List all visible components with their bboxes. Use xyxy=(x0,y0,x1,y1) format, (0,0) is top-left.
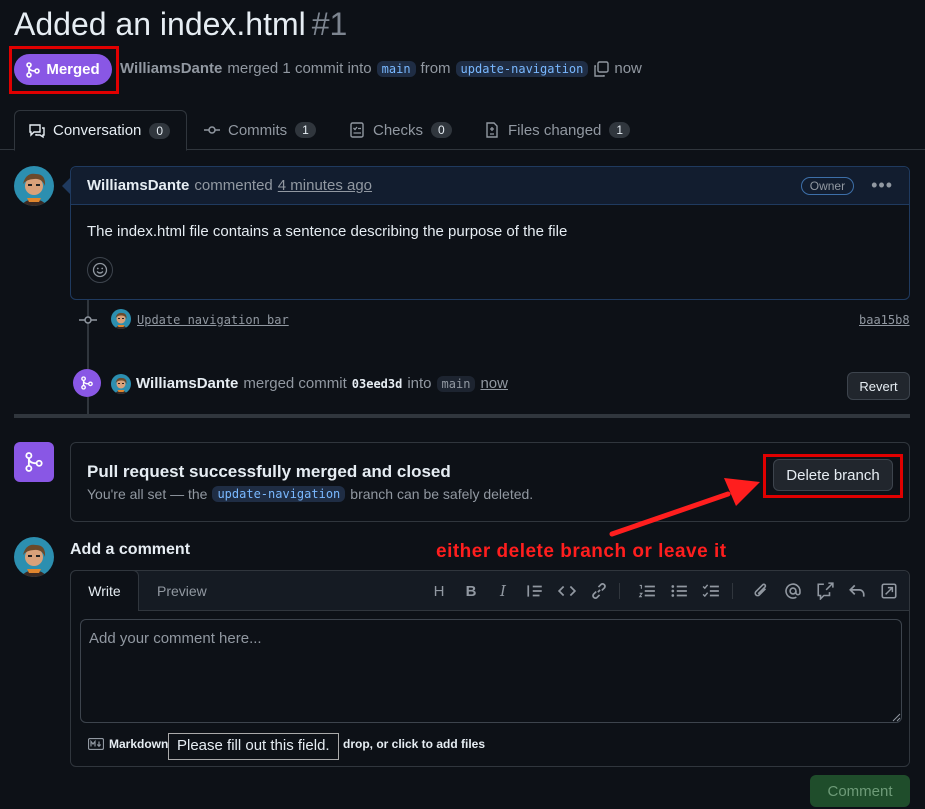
kebab-menu-icon[interactable]: ••• xyxy=(871,175,893,196)
bold-icon[interactable]: B xyxy=(462,582,480,600)
current-user-avatar[interactable] xyxy=(14,537,54,577)
task-list-icon[interactable] xyxy=(702,582,720,600)
tab-files-changed-count: 1 xyxy=(609,122,631,138)
comment-header: WilliamsDante commented 4 minutes ago Ow… xyxy=(71,167,909,205)
resize-handle-icon[interactable] xyxy=(891,712,901,722)
merge-author[interactable]: WilliamsDante xyxy=(136,375,238,392)
merge-panel-title: Pull request successfully merged and clo… xyxy=(87,462,451,481)
markdown-label[interactable]: Markdown xyxy=(109,737,168,751)
comment-author-avatar[interactable] xyxy=(14,166,54,206)
comment-submit-button[interactable]: Comment xyxy=(810,775,910,807)
comment-author[interactable]: WilliamsDante xyxy=(87,177,189,194)
heading-icon[interactable]: H xyxy=(430,582,448,600)
mention-icon[interactable] xyxy=(784,582,802,600)
merge-author-avatar[interactable] xyxy=(111,374,131,394)
checklist-icon xyxy=(350,122,364,138)
numbered-list-icon[interactable] xyxy=(638,582,656,600)
tab-preview[interactable]: Preview xyxy=(157,583,207,599)
paperclip-icon[interactable] xyxy=(752,582,770,600)
commit-author-avatar[interactable] xyxy=(111,309,131,329)
comment-box-arrow xyxy=(62,178,70,194)
tab-write[interactable]: Write xyxy=(70,570,139,611)
comment-discussion-icon xyxy=(29,123,45,138)
merge-panel-desc: You're all set — the update-navigation b… xyxy=(87,486,533,502)
annotation-text: either delete branch or leave it xyxy=(436,541,727,562)
git-merge-icon xyxy=(81,376,93,390)
tab-conversation-count: 0 xyxy=(149,122,171,139)
cross-reference-icon[interactable] xyxy=(816,582,834,600)
merge-event-text1: merged commit xyxy=(243,375,347,392)
pr-tabs: Conversation 0 Commits 1 Checks 0 Files … xyxy=(0,110,925,151)
add-comment-heading: Add a comment xyxy=(70,541,191,558)
merged-status-label: Merged xyxy=(46,61,100,78)
tab-checks-count: 0 xyxy=(431,122,452,138)
base-branch-tag[interactable]: main xyxy=(376,60,416,77)
timeline-divider xyxy=(14,414,910,418)
italic-icon[interactable]: I xyxy=(494,582,512,600)
code-icon[interactable] xyxy=(558,582,576,600)
commit-message-link[interactable]: Update navigation bar xyxy=(137,313,289,327)
add-reaction-button[interactable] xyxy=(87,257,113,283)
merge-panel-icon xyxy=(14,442,54,482)
annotation-arrow xyxy=(609,478,760,537)
pr-from-text: from xyxy=(420,60,451,77)
reply-icon[interactable] xyxy=(848,582,866,600)
git-merge-icon xyxy=(25,452,43,472)
merged-status-badge: Merged xyxy=(14,54,112,85)
tab-checks[interactable]: Checks 0 xyxy=(335,110,466,150)
pr-merged-text: merged 1 commit into xyxy=(227,60,372,77)
quote-icon[interactable] xyxy=(526,582,544,600)
validation-tooltip: Please fill out this field. xyxy=(168,733,339,760)
pr-author[interactable]: WilliamsDante xyxy=(120,60,222,77)
editor-tabs: Write Preview H B I xyxy=(70,570,909,611)
attach-files-text[interactable]: drop, or click to add files xyxy=(343,737,485,751)
pr-meta: WilliamsDante merged 1 commit into main … xyxy=(120,60,642,77)
merge-panel-desc-suffix: branch can be safely deleted. xyxy=(350,486,534,502)
head-branch-tag[interactable]: update-navigation xyxy=(455,60,589,77)
revert-button[interactable]: Revert xyxy=(847,372,910,400)
merge-event-badge xyxy=(73,369,101,397)
tab-files-changed-label: Files changed xyxy=(508,121,602,139)
tab-files-changed[interactable]: Files changed 1 xyxy=(470,110,644,150)
fullscreen-icon[interactable] xyxy=(880,582,898,600)
pr-title-text: Added an index.html xyxy=(14,6,306,42)
tab-commits-label: Commits xyxy=(228,121,288,139)
git-merge-icon xyxy=(26,61,41,78)
bullet-list-icon[interactable] xyxy=(670,582,688,600)
git-commit-icon xyxy=(204,126,220,134)
comment-textarea[interactable]: Add your comment here... xyxy=(80,619,902,723)
merge-panel-desc-prefix: You're all set — the xyxy=(87,486,208,502)
git-commit-icon xyxy=(79,316,97,324)
comment-action: commented xyxy=(194,177,273,194)
tab-conversation-label: Conversation xyxy=(53,122,142,139)
merge-commit-sha[interactable]: 03eed3d xyxy=(352,377,403,391)
tab-commits-count: 1 xyxy=(295,122,316,138)
smiley-icon xyxy=(92,262,108,278)
merge-branch-tag[interactable]: main xyxy=(436,375,476,392)
delete-branch-button[interactable]: Delete branch xyxy=(773,459,893,491)
pr-time: now xyxy=(614,60,642,77)
comment-time[interactable]: 4 minutes ago xyxy=(278,177,372,194)
merge-event-time[interactable]: now xyxy=(480,375,508,392)
link-icon[interactable] xyxy=(590,582,608,600)
tab-commits[interactable]: Commits 1 xyxy=(190,110,330,150)
file-diff-icon xyxy=(486,122,498,138)
markdown-icon xyxy=(88,738,104,750)
pr-title: Added an index.html #1 xyxy=(14,6,347,43)
comment-box: WilliamsDante commented 4 minutes ago Ow… xyxy=(70,166,910,300)
comment-body: The index.html file contains a sentence … xyxy=(87,223,568,240)
merge-panel-branch: update-navigation xyxy=(212,486,346,502)
owner-badge: Owner xyxy=(800,176,855,195)
merge-event-text: WilliamsDante merged commit 03eed3d into… xyxy=(136,375,508,392)
pr-number: #1 xyxy=(311,6,348,42)
tab-conversation[interactable]: Conversation 0 xyxy=(14,110,187,151)
toolbar-divider xyxy=(732,583,733,599)
copy-icon[interactable] xyxy=(593,60,610,77)
merge-event-text2: into xyxy=(407,375,432,392)
commit-sha-link[interactable]: baa15b8 xyxy=(859,313,910,327)
editor-footer: Markdown xyxy=(88,737,168,751)
tab-checks-label: Checks xyxy=(373,121,424,139)
toolbar-divider xyxy=(619,583,620,599)
